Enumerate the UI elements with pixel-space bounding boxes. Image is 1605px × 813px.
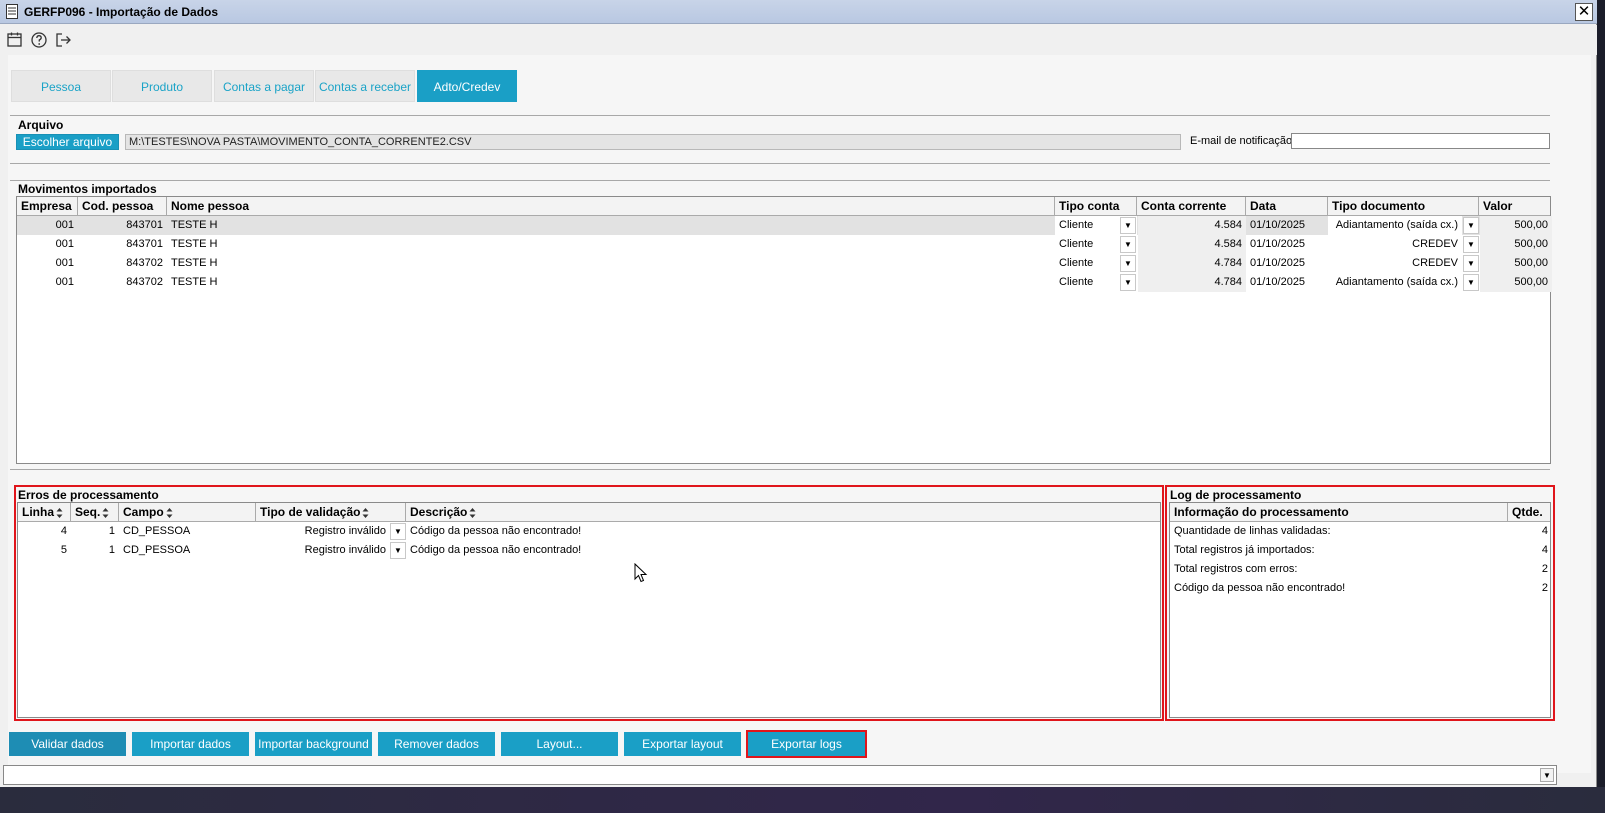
arquivo-label: Arquivo [18,118,64,132]
movimentos-grid: Empresa Cod. pessoa Nome pessoa Tipo con… [16,196,1552,464]
exportar-logs-highlight-frame [746,730,867,758]
chevron-down-icon[interactable]: ▼ [1463,217,1479,234]
cell-data: 01/10/2025 [1250,276,1306,288]
status-combo[interactable]: ▼ [3,765,1557,785]
cell-cod-pessoa: 843702 [126,257,163,269]
col-conta-corrente[interactable]: Conta corrente [1137,197,1246,216]
chevron-down-icon[interactable]: ▼ [1120,217,1136,234]
chevron-down-icon[interactable]: ▼ [1120,236,1136,253]
divider [10,469,1550,470]
cell-conta-corrente: 4.584 [1138,235,1246,254]
col-empresa[interactable]: Empresa [17,197,78,216]
cell-valor: 500,00 [1480,216,1552,235]
table-row[interactable]: 001 843702 TESTE H Cliente ▼ 4.784 01/10… [17,254,1552,273]
close-button[interactable]: ✕ [1575,3,1593,21]
divider [10,115,1550,116]
tipo-documento-combo[interactable]: CREDEV [1328,254,1462,273]
email-notification-input[interactable] [1291,133,1550,149]
cell-nome-pessoa: TESTE H [171,257,218,269]
file-path-field[interactable]: M:\TESTES\NOVA PASTA\MOVIMENTO_CONTA_COR… [125,134,1181,150]
cell-conta-corrente: 4.584 [1138,216,1246,235]
cell-valor: 500,00 [1480,235,1552,254]
cell-cod-pessoa: 843702 [126,276,163,288]
movimentos-label: Movimentos importados [18,182,157,196]
cell-empresa: 001 [55,219,74,231]
cell-valor: 500,00 [1480,273,1552,292]
cell-nome-pessoa: TESTE H [171,219,218,231]
title-bar: GERFP096 - Importação de Dados ✕ [0,0,1597,24]
mouse-cursor-icon [634,563,648,583]
email-label: E-mail de notificação [1190,135,1293,147]
cell-empresa: 001 [55,257,74,269]
col-valor[interactable]: Valor [1479,197,1552,216]
cell-data: 01/10/2025 [1250,257,1306,269]
taskbar-strip [0,787,1605,813]
col-nome-pessoa[interactable]: Nome pessoa [167,197,1055,216]
divider [10,163,1550,164]
erros-highlight-frame [14,485,1164,721]
col-data[interactable]: Data [1246,197,1328,216]
window-title: GERFP096 - Importação de Dados [24,5,219,19]
chevron-down-icon[interactable]: ▼ [1540,768,1554,782]
grid-header: Empresa Cod. pessoa Nome pessoa Tipo con… [17,197,1550,216]
col-cod-pessoa[interactable]: Cod. pessoa [78,197,167,216]
cell-cod-pessoa: 843701 [126,219,163,231]
divider [10,180,1550,181]
remover-dados-button[interactable]: Remover dados [378,732,495,756]
layout-button[interactable]: Layout... [501,732,618,756]
toolbar [0,25,1597,55]
col-tipo-documento[interactable]: Tipo documento [1328,197,1479,216]
main-panel: Pessoa Produto Contas a pagar Contas a r… [8,55,1591,773]
table-row[interactable]: 001 843701 TESTE H Cliente ▼ 4.584 01/10… [17,216,1552,235]
chevron-down-icon[interactable]: ▼ [1463,274,1479,291]
exit-icon[interactable] [54,31,72,49]
cell-nome-pessoa: TESTE H [171,238,218,250]
cell-data: 01/10/2025 [1250,238,1306,250]
cell-empresa: 001 [55,276,74,288]
table-row[interactable]: 001 843702 TESTE H Cliente ▼ 4.784 01/10… [17,273,1552,292]
tipo-documento-combo[interactable]: CREDEV [1328,235,1462,254]
cell-cod-pessoa: 843701 [126,238,163,250]
chevron-down-icon[interactable]: ▼ [1463,255,1479,272]
calendar-icon[interactable] [6,31,24,49]
log-highlight-frame [1165,485,1555,721]
tab-pessoa[interactable]: Pessoa [11,70,111,102]
cell-conta-corrente: 4.784 [1138,273,1246,292]
document-icon [6,4,18,19]
chevron-down-icon[interactable]: ▼ [1463,236,1479,253]
close-icon: ✕ [1577,3,1591,20]
tipo-documento-combo[interactable]: Adiantamento (saída cx.) [1328,216,1462,235]
table-row[interactable]: 001 843701 TESTE H Cliente ▼ 4.584 01/10… [17,235,1552,254]
col-tipo-conta[interactable]: Tipo conta [1055,197,1137,216]
cell-conta-corrente: 4.784 [1138,254,1246,273]
chevron-down-icon[interactable]: ▼ [1120,255,1136,272]
cell-nome-pessoa: TESTE H [171,276,218,288]
main-window: GERFP096 - Importação de Dados ✕ Pessoa … [0,0,1597,813]
help-icon[interactable] [30,31,48,49]
chevron-down-icon[interactable]: ▼ [1120,274,1136,291]
choose-file-button[interactable]: Escolher arquivo [16,134,119,150]
cell-data: 01/10/2025 [1250,219,1306,231]
tab-produto[interactable]: Produto [112,70,212,102]
cell-valor: 500,00 [1480,254,1552,273]
importar-dados-button[interactable]: Importar dados [132,732,249,756]
exportar-layout-button[interactable]: Exportar layout [624,732,741,756]
tab-contas-a-pagar[interactable]: Contas a pagar [214,70,314,102]
cell-empresa: 001 [55,238,74,250]
tipo-documento-combo[interactable]: Adiantamento (saída cx.) [1328,273,1462,292]
validar-dados-button[interactable]: Validar dados [9,732,126,756]
tab-contas-a-receber[interactable]: Contas a receber [315,70,415,102]
importar-background-button[interactable]: Importar background [255,732,372,756]
tab-adto-credev[interactable]: Adto/Credev [417,70,517,102]
